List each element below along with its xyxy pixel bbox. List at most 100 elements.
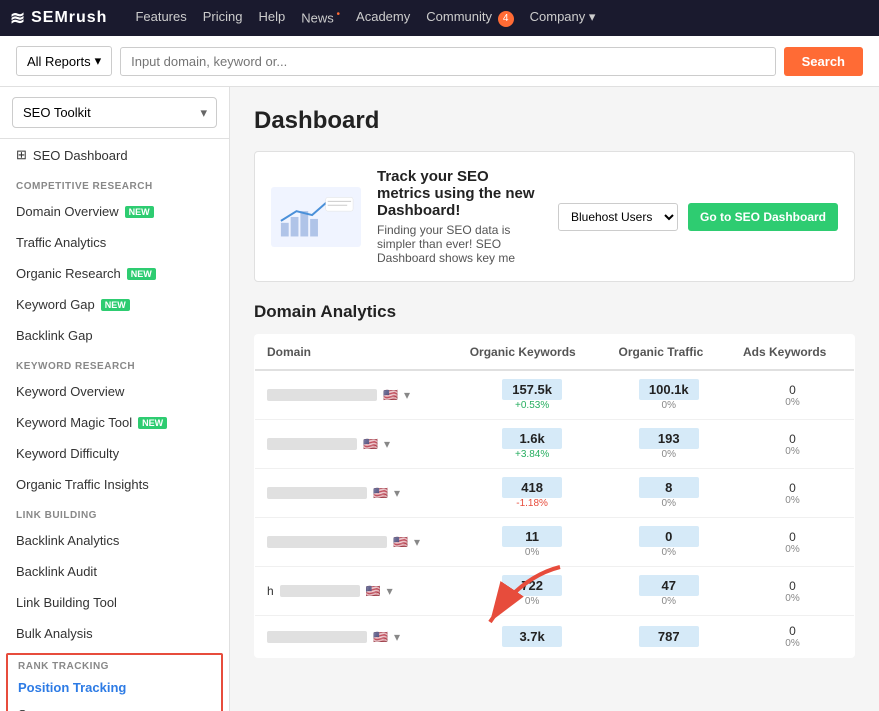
flag-dropdown[interactable]: ▾ [414, 535, 420, 549]
promo-desc: Finding your SEO data is simpler than ev… [377, 223, 542, 265]
nav-academy[interactable]: Academy [356, 9, 410, 27]
flag-dropdown[interactable]: ▾ [384, 437, 390, 451]
sidebar-item-traffic-analytics[interactable]: Traffic Analytics [0, 227, 229, 258]
organic-keywords-cell-0: 157.5k +0.53% [458, 370, 607, 420]
ads-keywords-change: 0% [743, 446, 842, 457]
sidebar-item-keyword-magic-tool[interactable]: Keyword Magic Tool NEW [0, 407, 229, 438]
domain-blur [267, 631, 367, 643]
badge-new-organic-research: NEW [127, 268, 156, 280]
flag-icon: 🇺🇸 [363, 437, 378, 451]
table-row: 🇺🇸 ▾ 3.7k 787 0 0% [255, 616, 855, 658]
search-button[interactable]: Search [784, 47, 863, 76]
toolkit-select[interactable]: SEO Toolkit [12, 97, 217, 128]
section-rank-tracking: RANK TRACKING [8, 655, 221, 674]
promo-title: Track your SEO metrics using the new Das… [377, 168, 542, 219]
flag-dropdown[interactable]: ▾ [404, 388, 410, 402]
flag-icon: 🇺🇸 [373, 630, 388, 644]
organic-traffic-change: 0% [619, 400, 719, 411]
col-ads-keywords: Ads Keywords [731, 335, 855, 371]
ads-keywords-change: 0% [743, 544, 842, 555]
organic-keywords-value: 3.7k [502, 626, 562, 647]
table-row: 🇺🇸 ▾ 418 -1.18% 8 0% 0 0% [255, 469, 855, 518]
organic-traffic-value: 193 [639, 428, 699, 449]
sidebar: SEO Toolkit ▾ ⊞ SEO Dashboard COMPETITIV… [0, 87, 230, 711]
organic-traffic-value: 100.1k [639, 379, 699, 400]
flag-dropdown[interactable]: ▾ [394, 630, 400, 644]
organic-keywords-cell-5: 3.7k [458, 616, 607, 658]
sidebar-item-keyword-gap[interactable]: Keyword Gap NEW [0, 289, 229, 320]
sidebar-item-backlink-audit[interactable]: Backlink Audit [0, 556, 229, 587]
col-organic-traffic: Organic Traffic [607, 335, 731, 371]
organic-keywords-change: 0% [470, 596, 595, 607]
table-row: 🇺🇸 ▾ 157.5k +0.53% 100.1k 0% 0 0% [255, 370, 855, 420]
bluehost-select[interactable]: Bluehost Users [558, 203, 678, 231]
ads-keywords-change: 0% [743, 638, 842, 649]
nav-community[interactable]: Community 4 [426, 9, 513, 27]
nav-help[interactable]: Help [259, 9, 286, 27]
organic-traffic-value: 787 [639, 626, 699, 647]
main-content: Dashboard Track your SEO metrics using t… [230, 87, 879, 711]
ads-keywords-value: 0 [743, 481, 842, 495]
sidebar-item-seo-dashboard[interactable]: ⊞ SEO Dashboard [0, 139, 229, 171]
sidebar-item-backlink-gap[interactable]: Backlink Gap [0, 320, 229, 351]
promo-text: Track your SEO metrics using the new Das… [377, 168, 542, 265]
domain-cell-5: 🇺🇸 ▾ [255, 616, 458, 658]
nav-company[interactable]: Company ▾ [530, 9, 596, 27]
badge-new-keyword-magic: NEW [138, 417, 167, 429]
logo-text: SEMrush [31, 9, 107, 27]
domain-cell-0: 🇺🇸 ▾ [255, 370, 458, 420]
sidebar-item-domain-overview[interactable]: Domain Overview NEW [0, 196, 229, 227]
sidebar-item-link-building-tool[interactable]: Link Building Tool [0, 587, 229, 618]
ads-keywords-change: 0% [743, 593, 842, 604]
organic-traffic-cell-2: 8 0% [607, 469, 731, 518]
ads-keywords-cell-4: 0 0% [731, 567, 855, 616]
organic-traffic-change: 0% [619, 449, 719, 460]
nav-pricing[interactable]: Pricing [203, 9, 243, 27]
toolkit-select-container: SEO Toolkit ▾ [12, 97, 217, 128]
organic-keywords-change: +0.53% [470, 400, 595, 411]
ads-keywords-cell-1: 0 0% [731, 420, 855, 469]
sidebar-item-bulk-analysis[interactable]: Bulk Analysis [0, 618, 229, 649]
sidebar-item-backlink-analytics[interactable]: Backlink Analytics [0, 525, 229, 556]
organic-keywords-value: 722 [502, 575, 562, 596]
flag-dropdown[interactable]: ▾ [394, 486, 400, 500]
organic-keywords-cell-2: 418 -1.18% [458, 469, 607, 518]
organic-traffic-change: 0% [619, 498, 719, 509]
promo-actions: Bluehost Users Go to SEO Dashboard [558, 203, 838, 231]
domain-prefix: h [267, 584, 274, 598]
ads-keywords-value: 0 [743, 579, 842, 593]
flag-dropdown[interactable]: ▾ [387, 584, 393, 598]
section-keyword-research: KEYWORD RESEARCH [0, 351, 229, 376]
ads-keywords-cell-2: 0 0% [731, 469, 855, 518]
go-to-dashboard-button[interactable]: Go to SEO Dashboard [688, 203, 838, 231]
organic-keywords-cell-4: 722 0% [458, 567, 607, 616]
flag-icon: 🇺🇸 [373, 486, 388, 500]
ads-keywords-value: 0 [743, 383, 842, 397]
domain-blur [267, 389, 377, 401]
col-domain: Domain [255, 335, 458, 371]
promo-banner: Track your SEO metrics using the new Das… [254, 151, 855, 282]
domain-cell-3: 🇺🇸 ▾ [255, 518, 458, 567]
ads-keywords-change: 0% [743, 495, 842, 506]
domain-cell-1: 🇺🇸 ▾ [255, 420, 458, 469]
nav-features[interactable]: Features [135, 9, 186, 27]
ads-keywords-value: 0 [743, 624, 842, 638]
organic-traffic-cell-4: 47 0% [607, 567, 731, 616]
sidebar-item-organic-research[interactable]: Organic Research NEW [0, 258, 229, 289]
sidebar-item-keyword-overview[interactable]: Keyword Overview [0, 376, 229, 407]
search-input[interactable] [120, 47, 776, 76]
organic-traffic-value: 0 [639, 526, 699, 547]
sidebar-item-organic-traffic-insights[interactable]: Organic Traffic Insights [0, 469, 229, 500]
ads-keywords-cell-3: 0 0% [731, 518, 855, 567]
sidebar-item-sensor[interactable]: Sensor [8, 701, 221, 711]
sidebar-item-keyword-difficulty[interactable]: Keyword Difficulty [0, 438, 229, 469]
ads-keywords-change: 0% [743, 397, 842, 408]
organic-traffic-cell-5: 787 [607, 616, 731, 658]
nav-news[interactable]: News • [301, 9, 340, 27]
col-organic-keywords: Organic Keywords [458, 335, 607, 371]
all-reports-button[interactable]: All Reports ▾ [16, 46, 112, 76]
sidebar-item-position-tracking[interactable]: Position Tracking [8, 674, 221, 701]
ads-keywords-cell-0: 0 0% [731, 370, 855, 420]
organic-keywords-cell-3: 11 0% [458, 518, 607, 567]
domain-cell-2: 🇺🇸 ▾ [255, 469, 458, 518]
